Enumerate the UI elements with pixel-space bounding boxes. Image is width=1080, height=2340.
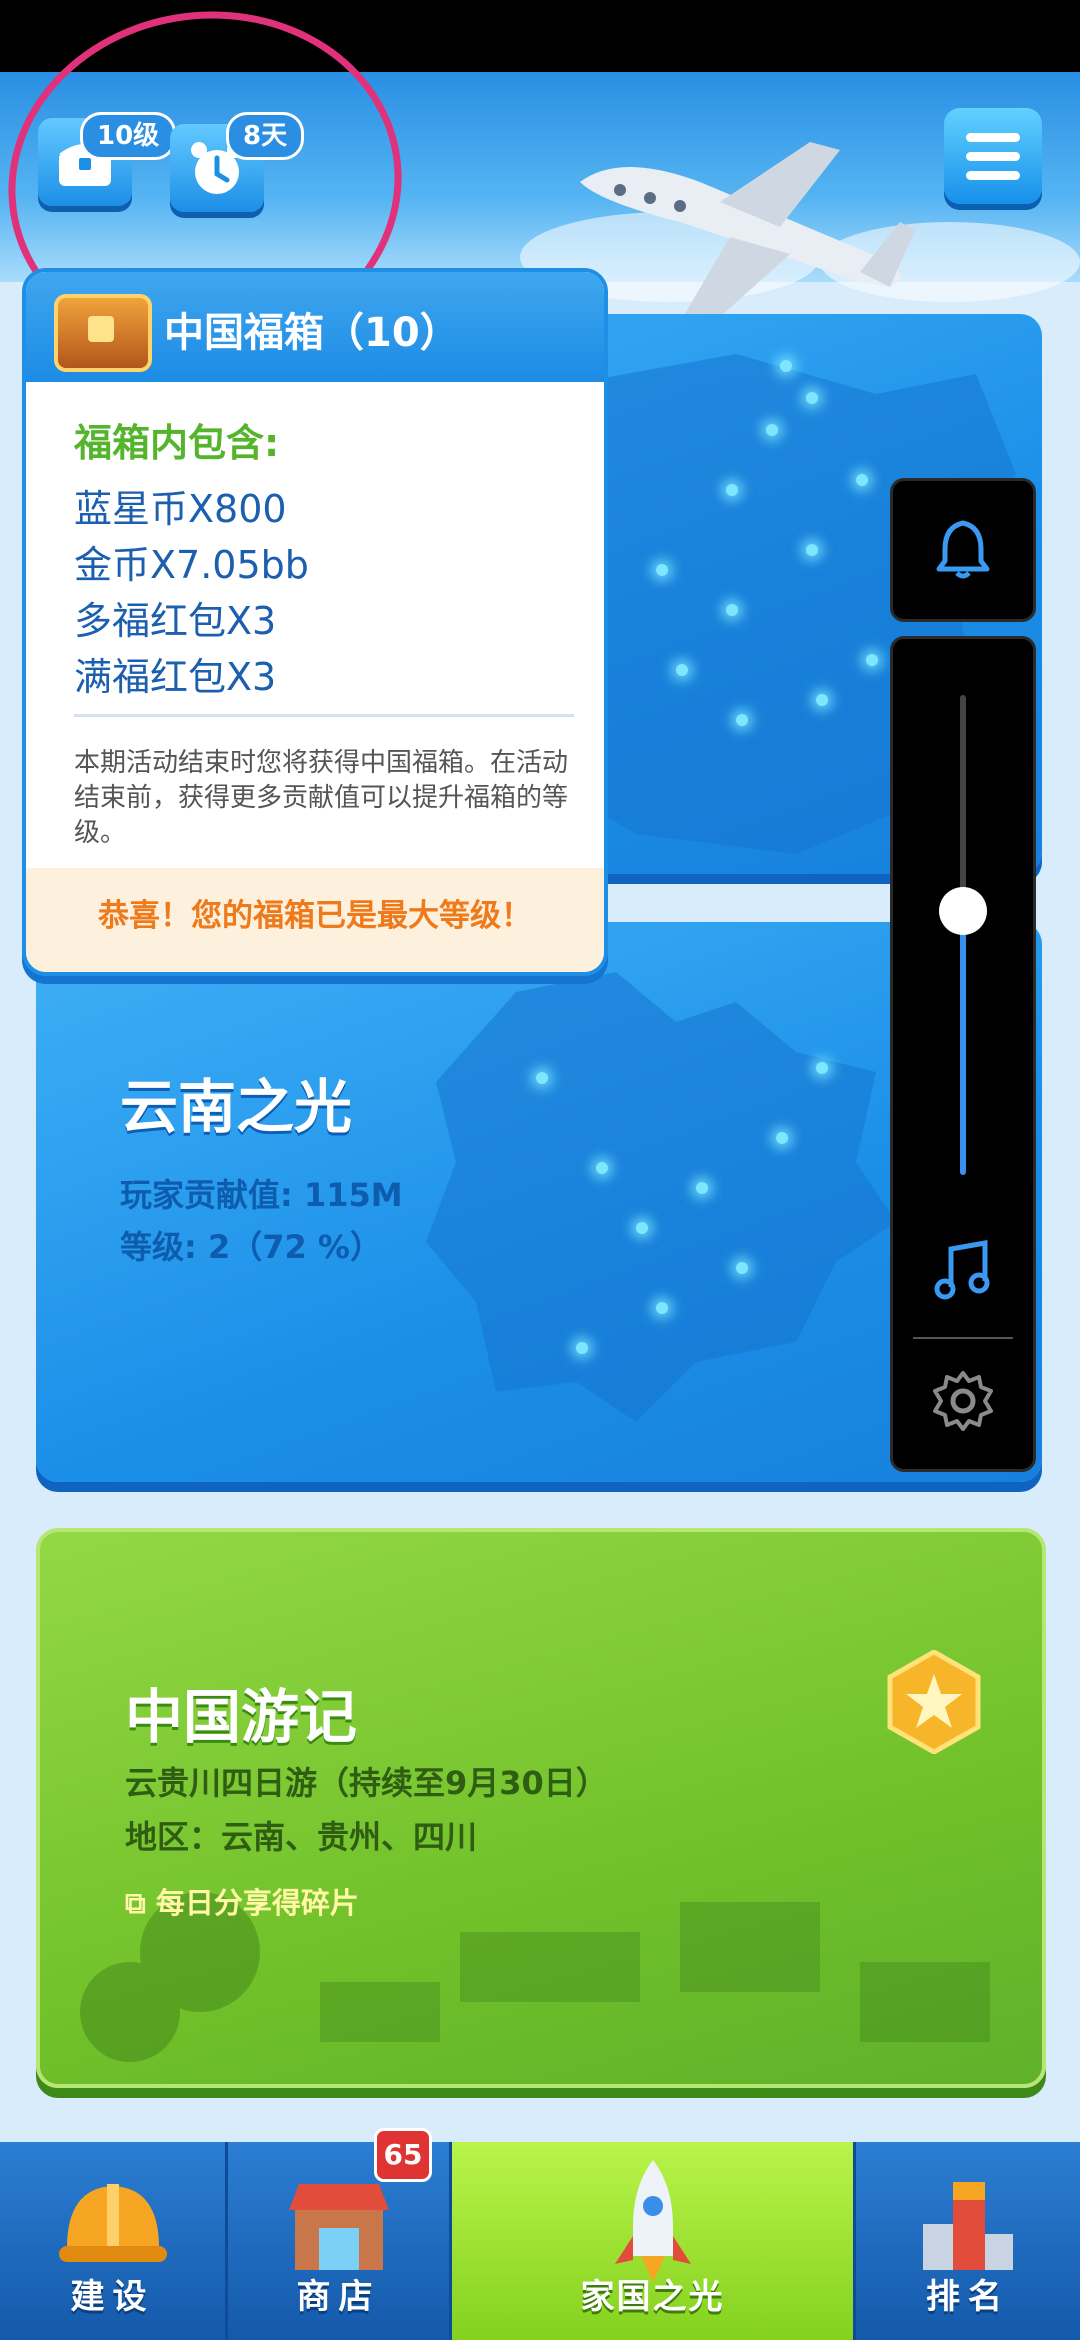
popup-header: 中国福箱（10） (26, 272, 604, 382)
nav-rank[interactable]: 排名 (856, 2142, 1080, 2340)
yunnan-title: 云南之光 (120, 1073, 353, 1141)
bell-icon[interactable] (931, 517, 995, 581)
trip-info: 云贵川四日游（持续至9月30日） (125, 1764, 608, 1802)
daily-share-link[interactable]: ⧉ 每日分享得碎片 (125, 1880, 359, 1922)
popup-item: 多福红包X3 (74, 599, 277, 643)
popup-divider (74, 714, 574, 717)
gear-icon[interactable] (931, 1369, 995, 1433)
nav-build[interactable]: 建设 (0, 2142, 228, 2340)
bottom-nav: 建设 商店 家国之光 排名 (0, 2142, 1080, 2340)
shop-icon (288, 2184, 389, 2270)
yunnan-map (426, 972, 896, 1422)
share-label: 每日分享得碎片 (155, 1886, 359, 1920)
volume-slider-fill (960, 911, 966, 1175)
music-note-icon[interactable] (933, 1239, 993, 1303)
popup-description: 本期活动结束时您将获得中国福箱。在活动结束前，获得更多贡献值可以提升福箱的等级。 (74, 748, 569, 848)
journey-title: 中国游记 (125, 1683, 358, 1751)
nav-home-light[interactable]: 家国之光 (452, 2142, 856, 2340)
popup-item: 满福红包X3 (74, 655, 277, 699)
notification-panel[interactable] (890, 478, 1036, 622)
hamburger-icon (966, 132, 1020, 142)
player-contribution: 玩家贡献值: 115M (120, 1176, 403, 1214)
share-icon: ⧉ (125, 1886, 146, 1920)
panel-divider (913, 1337, 1013, 1339)
podium-icon (923, 2182, 1013, 2270)
rocket-icon (614, 2160, 691, 2282)
popup-footer: 恭喜！您的福箱已是最大等级！ (26, 868, 604, 972)
popup-item: 蓝星币X800 (74, 487, 287, 531)
fortune-chest-icon (54, 294, 152, 372)
hard-hat-icon (58, 2184, 167, 2262)
fortune-box-popup: 中国福箱（10） 福箱内包含: 蓝星币X800 金币X7.05bb 多福红包X3… (22, 268, 608, 976)
region-info: 地区：云南、贵州、四川 (125, 1818, 478, 1856)
star-badge-icon (887, 1650, 981, 1754)
popup-title: 中国福箱（10） (164, 310, 460, 356)
volume-panel (890, 636, 1036, 1472)
yunnan-level: 等级: 2（72 %） (120, 1228, 382, 1266)
volume-slider-knob[interactable] (939, 887, 987, 935)
shop-notification-badge: 65 (374, 2128, 432, 2182)
china-journey-card[interactable] (36, 1528, 1046, 2088)
popup-item: 金币X7.05bb (74, 543, 309, 587)
airplane-illustration (580, 142, 915, 326)
popup-subtitle: 福箱内包含: (74, 421, 280, 465)
menu-button[interactable] (944, 108, 1042, 204)
